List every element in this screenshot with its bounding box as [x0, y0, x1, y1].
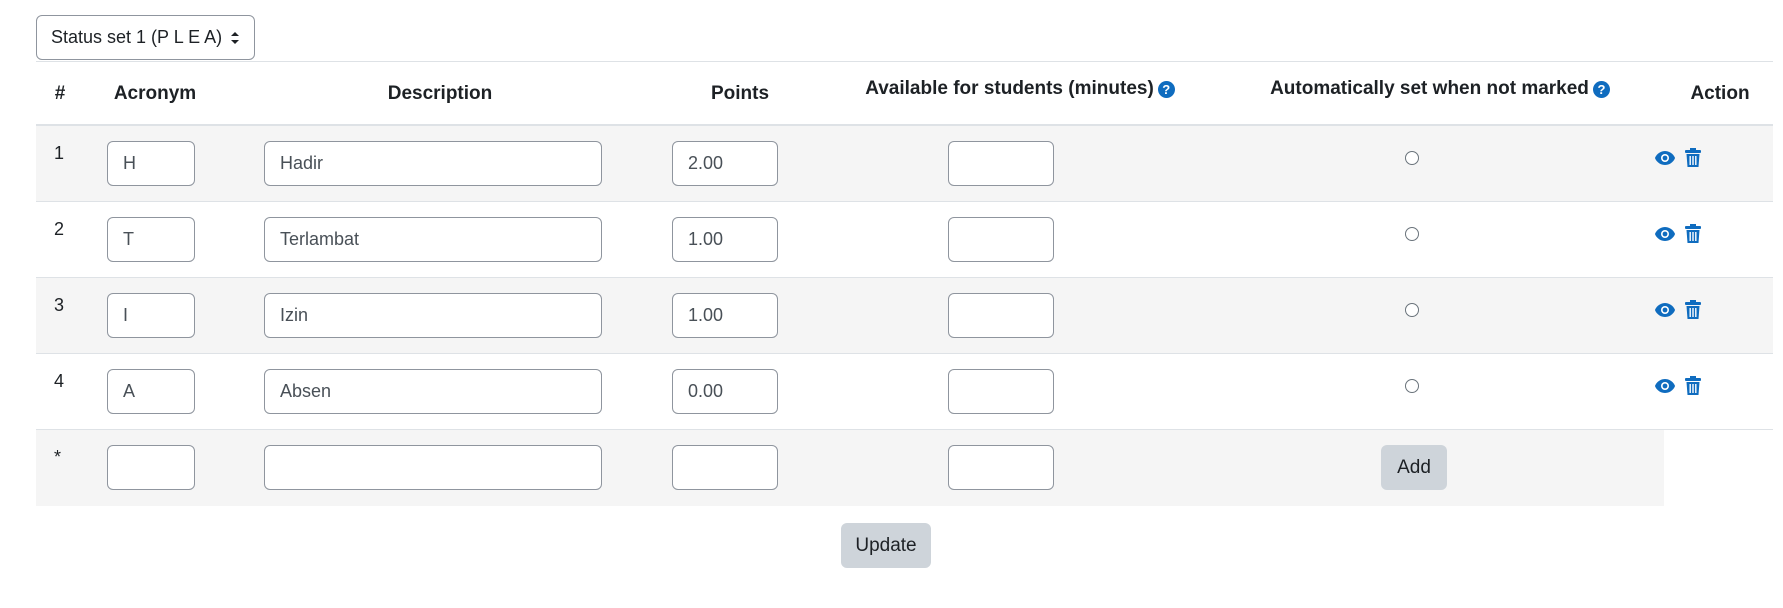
available-minutes-field[interactable] [948, 141, 1054, 186]
update-button[interactable]: Update [841, 523, 931, 568]
available-minutes-field[interactable] [948, 369, 1054, 414]
eye-icon[interactable] [1654, 302, 1676, 318]
trash-icon[interactable] [1685, 224, 1701, 243]
auto-set-radio[interactable] [1405, 227, 1419, 241]
available-minutes-field[interactable] [948, 293, 1054, 338]
add-button[interactable]: Add [1381, 445, 1447, 490]
description-field[interactable] [264, 217, 602, 262]
points-field[interactable] [672, 217, 778, 262]
table-row: 2 [36, 202, 1773, 278]
header-auto-set-label: Automatically set when not marked [1270, 77, 1589, 99]
acronym-field[interactable] [107, 141, 195, 186]
description-field[interactable] [264, 141, 602, 186]
new-acronym-field[interactable] [107, 445, 195, 490]
header-available-label: Available for students (minutes) [865, 77, 1154, 99]
question-circle-icon[interactable]: ? [1592, 81, 1610, 98]
row-number: 3 [54, 295, 65, 315]
description-field[interactable] [264, 369, 602, 414]
auto-set-radio[interactable] [1405, 151, 1419, 165]
auto-set-radio[interactable] [1405, 303, 1419, 317]
new-status-row: * Add [36, 430, 1664, 506]
header-auto-set: Automatically set when not marked ? [1265, 57, 1615, 120]
table-row: 4 [36, 354, 1773, 430]
eye-icon[interactable] [1654, 378, 1676, 394]
trash-icon[interactable] [1685, 300, 1701, 319]
points-field[interactable] [672, 141, 778, 186]
eye-icon[interactable] [1654, 150, 1676, 166]
trash-icon[interactable] [1685, 376, 1701, 395]
header-available: Available for students (minutes) ? [860, 57, 1180, 120]
header-points: Points [710, 82, 770, 104]
table-row: 1 [36, 126, 1773, 202]
status-set-select[interactable]: Status set 1 (P L E A) [36, 15, 255, 60]
header-acronym: Acronym [113, 82, 197, 104]
status-set-selected-value: Status set 1 (P L E A) [51, 27, 223, 47]
new-available-minutes-field[interactable] [948, 445, 1054, 490]
new-points-field[interactable] [672, 445, 778, 490]
header-description: Description [387, 82, 493, 104]
new-description-field[interactable] [264, 445, 602, 490]
acronym-field[interactable] [107, 217, 195, 262]
description-field[interactable] [264, 293, 602, 338]
row-number: 2 [54, 219, 65, 239]
eye-icon[interactable] [1654, 226, 1676, 242]
trash-icon[interactable] [1685, 148, 1701, 167]
auto-set-radio[interactable] [1405, 379, 1419, 393]
row-number: * [54, 447, 62, 467]
acronym-field[interactable] [107, 369, 195, 414]
points-field[interactable] [672, 293, 778, 338]
header-action: Action [1690, 82, 1750, 104]
acronym-field[interactable] [107, 293, 195, 338]
row-number: 1 [54, 143, 65, 163]
question-circle-icon[interactable]: ? [1157, 81, 1175, 98]
table-row: 3 [36, 278, 1773, 354]
points-field[interactable] [672, 369, 778, 414]
header-num: # [54, 82, 66, 104]
chevron-updown-icon [231, 32, 239, 44]
row-number: 4 [54, 371, 65, 391]
available-minutes-field[interactable] [948, 217, 1054, 262]
